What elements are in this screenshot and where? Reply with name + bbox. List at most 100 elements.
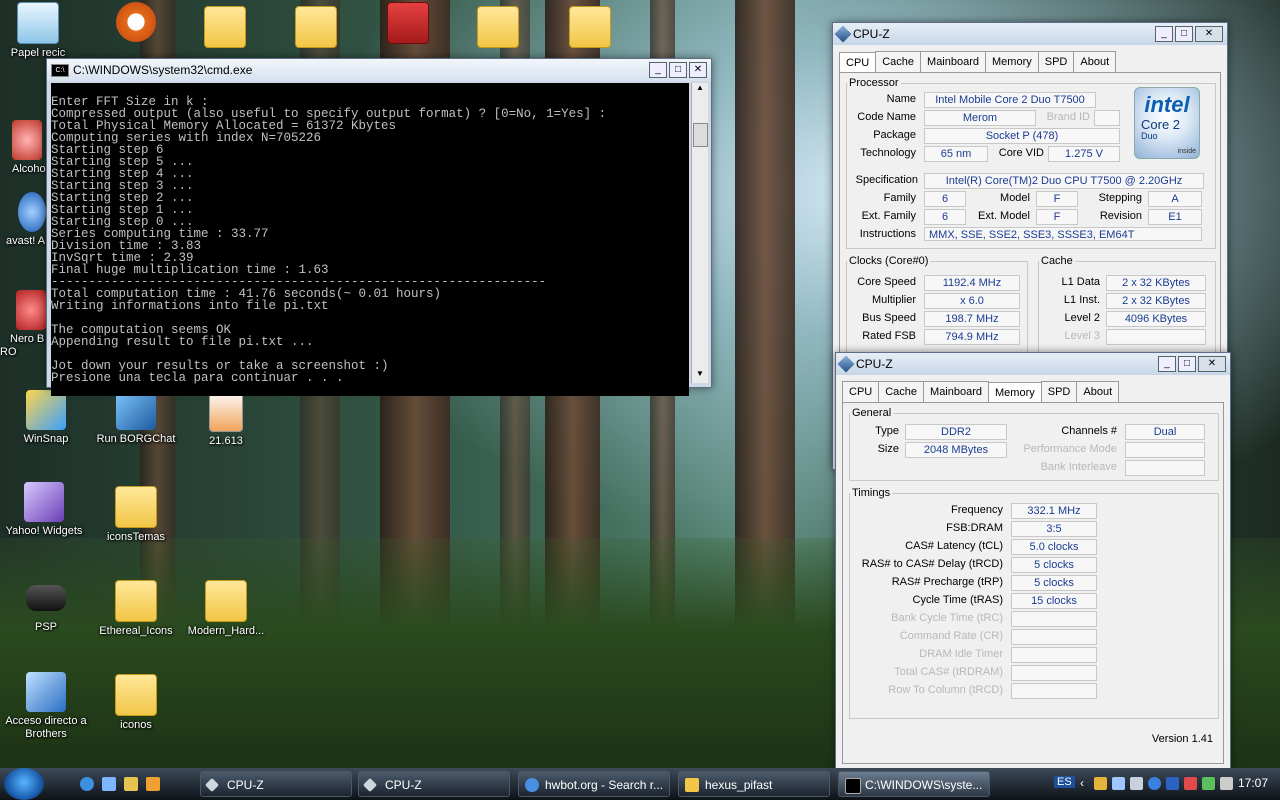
bankinterleave-value [1125,460,1205,476]
spec-value: Intel(R) Core(TM)2 Duo CPU T7500 @ 2.20G… [924,173,1204,189]
tab-strip: CPU Cache Mainboard Memory SPD About [836,375,1230,403]
file-cabinet-icon [387,2,429,44]
clock[interactable]: 17:07 [1238,776,1268,790]
tab-memory[interactable]: Memory [985,51,1039,72]
scrollbar-thumb[interactable] [693,123,708,147]
desktop-icon-winsnap[interactable]: WinSnap [6,390,86,446]
desktop-icon-folder[interactable] [458,6,538,51]
desktop-icon-iconstemas[interactable]: iconsTemas [96,486,176,544]
bluetooth-icon[interactable] [1148,777,1161,790]
app-tray-icon[interactable] [1184,777,1197,790]
level3-label: Level 3 [1064,330,1100,342]
cmd-titlebar[interactable]: C:\ C:\WINDOWS\system32\cmd.exe _ □ ✕ [47,59,711,81]
taskbar-button-cpuz[interactable]: CPU-Z [358,771,510,797]
tab-mainboard[interactable]: Mainboard [923,381,990,402]
tab-spd[interactable]: SPD [1037,51,1075,72]
codename-label: Code Name [857,111,916,123]
security-shield-icon[interactable] [1094,777,1107,790]
desktop-icon-modern-hard[interactable]: Modern_Hard... [186,580,266,638]
vertical-scrollbar[interactable]: ▲ ▼ [691,83,708,383]
tab-about[interactable]: About [1073,51,1117,72]
timing-value: 5 clocks [1011,557,1097,573]
app-tray-icon[interactable] [1166,777,1179,790]
desktop-icon-iconos[interactable]: iconos [96,674,176,732]
minimize-button[interactable]: _ [1155,26,1173,42]
console-output[interactable]: Enter FFT Size in k : Compressed output (… [51,83,689,396]
desktop-icon-borgchat[interactable]: Run BORGChat [96,390,176,446]
desktop-icon-folder[interactable] [550,6,630,51]
desktop-icon-recycle-bin[interactable]: Papel recic [8,2,68,60]
desktop-icon-label: Nero B RO [0,333,45,358]
quick-launch-icon[interactable] [146,777,160,791]
folder-icon [115,580,157,622]
desktop-icon-cabinet[interactable] [368,2,448,47]
volume-icon[interactable] [1130,777,1143,790]
taskbar-button-cmd[interactable]: C:\WINDOWS\syste... [838,771,990,797]
taskbar-button-hwbot[interactable]: hwbot.org - Search r... [518,771,670,797]
tab-memory[interactable]: Memory [988,382,1042,403]
tab-cache[interactable]: Cache [875,51,922,72]
desktop-icon-folder[interactable] [276,6,356,51]
maximize-button[interactable]: □ [1178,356,1196,372]
desktop-icon-folder[interactable] [185,6,265,51]
desktop-icon-nero[interactable]: Nero B RO [0,290,46,359]
browser-icon [525,778,539,792]
quick-launch-icon[interactable] [124,777,138,791]
cpuz-titlebar[interactable]: CPU-Z _ □ ✕ [836,353,1230,375]
timing-value [1011,611,1097,627]
alcohol-icon [12,120,42,160]
document-icon [209,390,243,432]
power-icon[interactable] [1220,777,1233,790]
yahoo-widgets-icon [24,482,64,522]
level2-label: Level 2 [1064,312,1100,324]
timing-label: RAS# Precharge (tRP) [891,576,1003,588]
tab-cpu[interactable]: CPU [842,381,880,402]
tray-expand-icon[interactable]: ‹ [1080,776,1084,790]
logo-line1: Core 2 [1141,117,1181,132]
scroll-up-arrow-icon[interactable]: ▲ [692,83,708,97]
cpuz-titlebar[interactable]: CPU-Z _ □ ✕ [833,23,1227,45]
tab-spd[interactable]: SPD [1040,381,1078,402]
processor-name-value: Intel Mobile Core 2 Duo T7500 [924,92,1096,108]
close-button[interactable]: ✕ [1195,26,1223,42]
show-desktop-icon[interactable] [102,777,116,791]
network-icon[interactable] [1112,777,1125,790]
taskbar-button-hexus[interactable]: hexus_pifast [678,771,830,797]
cmd-window[interactable]: C:\ C:\WINDOWS\system32\cmd.exe _ □ ✕ En… [46,58,712,396]
minimize-button[interactable]: _ [649,62,667,78]
desktop-icon-label: Ethereal_Icons [99,625,173,637]
type-value: DDR2 [905,424,1007,440]
desktop-icon-brothers[interactable]: Acceso directo a Brothers [4,672,88,741]
desktop-icon-alcohol[interactable]: Alcoho [0,120,46,176]
l1inst-label: L1 Inst. [1063,294,1100,306]
tab-about[interactable]: About [1076,381,1120,402]
wireless-icon[interactable] [1202,777,1215,790]
desktop-icon-ethereal[interactable]: Ethereal_Icons [96,580,176,638]
language-indicator[interactable]: ES [1054,776,1075,788]
tab-mainboard[interactable]: Mainboard [920,51,987,72]
l1data-value: 2 x 32 KBytes [1106,275,1206,291]
close-button[interactable]: ✕ [689,62,707,78]
start-button[interactable] [4,768,44,800]
taskbar-button-label: hexus_pifast [705,778,773,792]
cpuz-memory-window[interactable]: CPU-Z _ □ ✕ CPU Cache Mainboard Memory S… [835,352,1231,770]
desktop-icon-info[interactable] [96,2,176,45]
maximize-button[interactable]: □ [1175,26,1193,42]
desktop-icon-label: iconos [120,719,152,731]
internet-explorer-icon[interactable] [80,777,94,791]
desktop-icon-psp[interactable]: PSP [6,578,86,634]
timing-label: Row To Column (tRCD) [888,684,1003,696]
scroll-down-arrow-icon[interactable]: ▼ [692,369,708,383]
desktop-icon-file[interactable]: 21.613 [186,390,266,448]
group-legend: General [852,407,892,419]
close-button[interactable]: ✕ [1198,356,1226,372]
tab-cpu[interactable]: CPU [839,52,877,73]
desktop-icon-yahoo-widgets[interactable]: Yahoo! Widgets [4,482,84,538]
desktop-icon-label: Run BORGChat [96,433,176,445]
tab-cache[interactable]: Cache [878,381,925,402]
desktop-icon-avast[interactable]: avast! A [0,192,46,248]
maximize-button[interactable]: □ [669,62,687,78]
timing-value: 3:5 [1011,521,1097,537]
minimize-button[interactable]: _ [1158,356,1176,372]
taskbar-button-cpuz[interactable]: CPU-Z [200,771,352,797]
